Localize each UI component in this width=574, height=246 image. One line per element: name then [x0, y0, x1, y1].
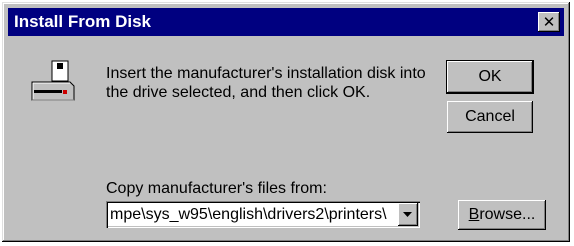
chevron-down-icon [403, 212, 412, 217]
instruction-line-2: the drive selected, and then click OK. [106, 84, 371, 101]
copy-from-path-value[interactable]: mpe\sys_w95\english\drivers2\printers\ [110, 205, 396, 224]
cancel-button-label: Cancel [465, 108, 515, 125]
copy-from-combobox[interactable]: mpe\sys_w95\english\drivers2\printers\ [106, 201, 420, 228]
copy-from-label: Copy manufacturer's files from: [106, 180, 327, 197]
browse-button-accelerator: B [468, 206, 480, 223]
dropdown-button[interactable] [398, 203, 418, 226]
close-button[interactable]: ✕ [538, 12, 560, 32]
close-icon: ✕ [542, 13, 556, 31]
instruction-line-1: Insert the manufacturer's installation d… [106, 65, 426, 82]
window-title: Install From Disk [14, 12, 151, 31]
cancel-button[interactable]: Cancel [447, 101, 533, 133]
browse-button-label: rowse... [479, 206, 536, 223]
install-from-disk-dialog: Install From Disk ✕ Insert the manufactu… [2, 2, 570, 242]
browse-button[interactable]: Browse... [458, 200, 546, 230]
instruction-message: Insert the manufacturer's installation d… [106, 64, 436, 102]
ok-button[interactable]: OK [446, 60, 534, 94]
title-bar[interactable]: Install From Disk ✕ [8, 8, 564, 36]
ok-button-label: OK [478, 68, 502, 85]
floppy-drive-icon [31, 60, 75, 101]
